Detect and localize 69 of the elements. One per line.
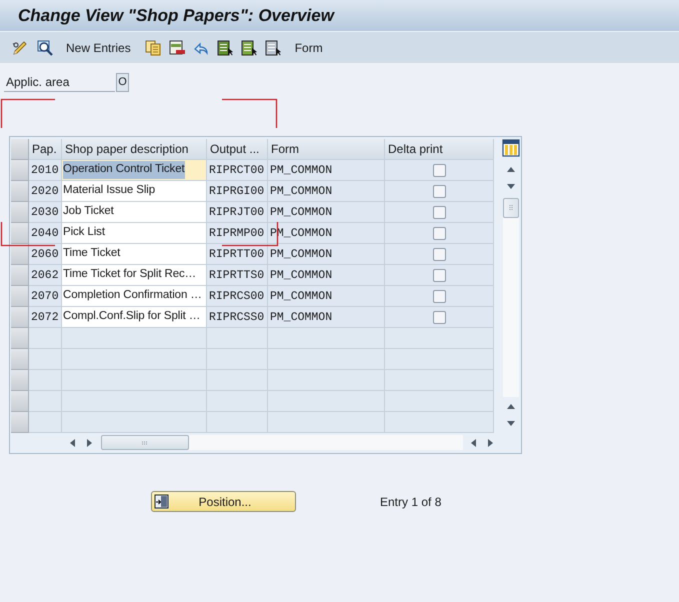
description-input[interactable]: Time Ticket	[62, 244, 207, 265]
column-header[interactable]: Pap.	[29, 139, 62, 160]
table-cell: RIPRCT00	[207, 160, 268, 181]
table-cell: PM_COMMON	[268, 202, 385, 223]
column-header[interactable]: Output ...	[207, 139, 268, 160]
column-header[interactable]: Shop paper description	[62, 139, 207, 160]
toolbar-button[interactable]: New Entries	[65, 38, 132, 56]
description-input[interactable]: Time Ticket for Split Rec…	[62, 265, 207, 286]
scroll-thumb[interactable]	[101, 435, 189, 450]
table-cell: 2020	[29, 181, 62, 202]
magnifier-icon[interactable]	[37, 40, 53, 56]
table-cell: 2062	[29, 265, 62, 286]
field-label: Applic. area	[4, 73, 115, 92]
table-cell: PM_COMMON	[268, 181, 385, 202]
description-input[interactable]: Completion Confirmation …	[62, 286, 207, 307]
grip-icon	[509, 205, 513, 211]
position-button[interactable]: Position...	[151, 491, 296, 512]
checkbox[interactable]	[432, 268, 446, 282]
row-selector[interactable]	[11, 244, 29, 265]
description-input[interactable]: Pick List	[62, 223, 207, 244]
window-title: Change View "Shop Papers": Overview	[18, 4, 334, 27]
checkbox[interactable]	[432, 310, 446, 324]
sheet-arrow-icon[interactable]	[216, 40, 233, 56]
table-cell: RIPRGI00	[207, 181, 268, 202]
select-all-cell[interactable]	[11, 139, 29, 160]
checkbox[interactable]	[432, 206, 446, 218]
table-cell: RIPRTT00	[207, 244, 268, 265]
columns-icon[interactable]	[502, 139, 520, 157]
checkbox[interactable]	[432, 248, 446, 260]
checkbox[interactable]	[432, 226, 446, 240]
table-cell: 2010	[29, 160, 62, 181]
description-input[interactable]: Operation Control Ticket	[62, 160, 207, 181]
description-input[interactable]: Compl.Conf.Slip for Split …	[62, 307, 207, 328]
column-header[interactable]: Form	[268, 139, 385, 160]
checkbox[interactable]	[432, 164, 446, 176]
copy-icon[interactable]	[144, 40, 161, 56]
toolbar-button[interactable]: Form	[294, 38, 324, 56]
table-cell: RIPRMP00	[207, 223, 268, 244]
scrollbar-track[interactable]	[101, 435, 463, 450]
table-cell: RIPRJT00	[207, 202, 268, 223]
entry-info: Entry 1 of 8	[380, 494, 442, 510]
table-cell: 2072	[29, 307, 62, 328]
description-input[interactable]: Material Issue Slip	[62, 181, 207, 202]
description-input[interactable]: Job Ticket	[62, 202, 207, 223]
table-cell: PM_COMMON	[268, 265, 385, 286]
corner-mark	[222, 98, 278, 128]
sheet-arrow-icon[interactable]	[240, 40, 257, 56]
sheet-arrow-icon[interactable]	[264, 40, 281, 56]
table-cell: 2070	[29, 286, 62, 307]
scroll-thumb[interactable]	[503, 198, 519, 218]
table-cell: 2040	[29, 223, 62, 244]
table-cell: RIPRCSS0	[207, 307, 268, 328]
grip-icon	[142, 440, 148, 444]
table-cell: 2030	[29, 202, 62, 223]
table-cell: 2060	[29, 244, 62, 265]
table-cell: PM_COMMON	[268, 307, 385, 328]
scrollbar-track[interactable]	[503, 198, 519, 397]
document-minus-icon[interactable]	[168, 40, 185, 56]
table-cell: RIPRTTS0	[207, 265, 268, 286]
checkbox[interactable]	[432, 290, 446, 302]
table-cell: PM_COMMON	[268, 244, 385, 265]
table-cell: PM_COMMON	[268, 286, 385, 307]
column-header[interactable]: Delta print	[385, 139, 494, 160]
table-cell: RIPRCS00	[207, 286, 268, 307]
checkbox[interactable]	[432, 184, 446, 198]
pencil-icon[interactable]	[12, 40, 28, 56]
applic-area-field[interactable]: O	[116, 73, 129, 92]
corner-mark	[0, 98, 55, 128]
table-cell: PM_COMMON	[268, 160, 385, 181]
